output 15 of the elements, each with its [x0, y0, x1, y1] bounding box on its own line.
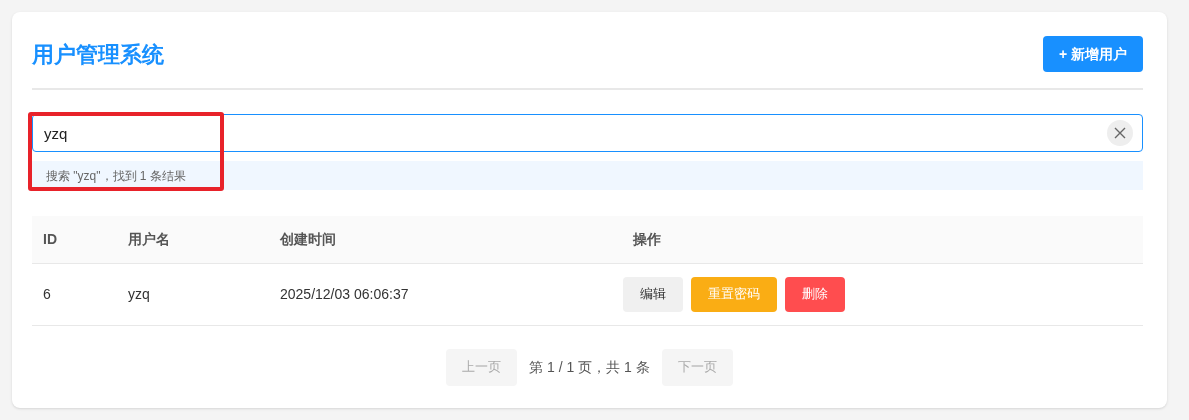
search-result-text: 搜索 "yzq"，找到 1 条结果 — [46, 167, 186, 185]
page-info: 第 1 / 1 页，共 1 条 — [529, 357, 650, 377]
table-cell: yzq — [128, 285, 150, 302]
page-title: 用户管理系统 — [32, 40, 164, 69]
action-button[interactable]: 删除 — [785, 276, 845, 312]
action-button[interactable]: 编辑 — [623, 276, 683, 312]
table-cell: 2025/12/03 06:06:37 — [280, 285, 409, 302]
column-header: 操作 — [633, 230, 661, 247]
column-header: ID — [43, 230, 57, 247]
table-cell: 6 — [43, 285, 51, 302]
column-header: 创建时间 — [280, 230, 336, 247]
add-user-button[interactable]: + 新增用户 — [1043, 36, 1143, 72]
action-button[interactable]: 重置密码 — [691, 276, 777, 312]
search-field[interactable]: yzq — [32, 114, 1143, 152]
column-header: 用户名 — [128, 230, 170, 247]
